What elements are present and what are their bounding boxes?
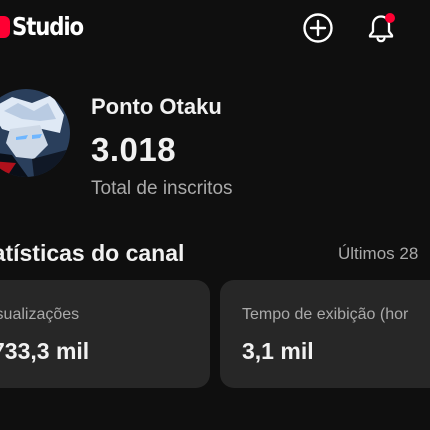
watch-time-label: Tempo de exibição (hor xyxy=(242,306,409,323)
channel-avatar[interactable] xyxy=(0,89,70,177)
watch-time-stat-card[interactable]: Tempo de exibição (hor 3,1 mil xyxy=(220,280,430,388)
top-app-bar: Studio xyxy=(0,0,430,58)
studio-logo[interactable]: Studio xyxy=(0,12,96,41)
channel-stats-title: tatísticas do canal xyxy=(0,240,185,266)
plus-circle-icon xyxy=(303,13,333,43)
youtube-studio-screen: Studio Ponto Otaku 3.018 Total de inscri… xyxy=(0,0,430,430)
notification-dot xyxy=(385,13,395,23)
views-stat-card[interactable]: isualizações 733,3 mil xyxy=(0,280,210,388)
notifications-button[interactable] xyxy=(364,11,398,45)
subscriber-count: 3.018 xyxy=(91,131,177,168)
views-value: 733,3 mil xyxy=(0,338,90,364)
subscriber-label: Total de inscritos xyxy=(91,178,233,199)
views-label: isualizações xyxy=(0,306,80,323)
youtube-logo-icon xyxy=(0,15,10,38)
channel-name: Ponto Otaku xyxy=(91,94,222,119)
watch-time-value: 3,1 mil xyxy=(242,338,314,364)
create-button[interactable] xyxy=(301,11,335,45)
period-selector[interactable]: Últimos 28 xyxy=(338,244,418,264)
avatar-image xyxy=(0,89,70,177)
logo-text: Studio xyxy=(12,12,84,41)
bell-icon xyxy=(368,13,395,43)
